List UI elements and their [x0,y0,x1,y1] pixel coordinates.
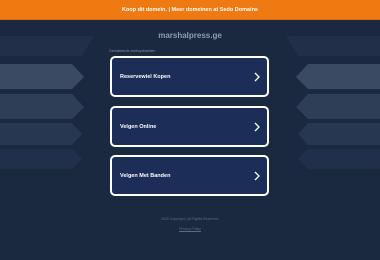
related-link-reservewiel-kopen[interactable]: Reservewiel Kopen [110,56,269,97]
footer-copyright: 2025 Copyright | All Rights Reserved. [160,217,220,221]
chevron-right-icon [254,72,260,81]
chevron-right-icon [254,122,260,131]
related-link-velgen-online[interactable]: Velgen Online [110,106,269,147]
related-searches-label: Gerelateerde zoekopdrachten [109,49,156,53]
related-link-label: Velgen Met Banden [120,172,171,179]
footer-privacy: Privacy Policy [0,227,380,231]
related-link-label: Reservewiel Kopen [120,73,171,80]
privacy-policy-link[interactable]: Privacy Policy [179,227,201,231]
buy-domain-link[interactable]: Koop dit domein. | Meer domeinen at Sedo… [122,7,258,13]
top-banner[interactable]: Koop dit domein. | Meer domeinen at Sedo… [0,0,380,20]
related-link-velgen-met-banden[interactable]: Velgen Met Banden [110,155,269,196]
domain-title: marshalpress.ge [158,31,222,40]
related-link-label: Velgen Online [120,123,157,130]
chevron-right-icon [254,171,260,180]
